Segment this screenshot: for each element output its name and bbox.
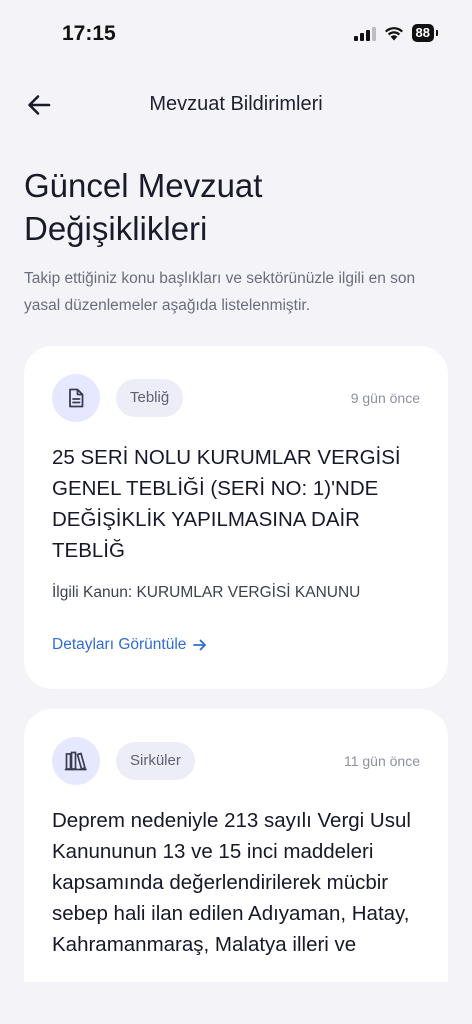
view-details-label: Detayları Görüntüle [52, 636, 187, 653]
category-badge: Sirküler [116, 742, 195, 780]
time-ago: 11 gün önce [343, 753, 420, 769]
status-bar: 17:15 88 [0, 0, 472, 70]
books-icon [64, 751, 87, 771]
time-ago: 9 gün önce [350, 390, 420, 406]
page-heading: Güncel Mevzuat Değişiklikleri [24, 167, 263, 247]
notification-card[interactable]: Sirküler 11 gün önce Deprem nedeniyle 21… [24, 709, 448, 1009]
notification-card[interactable]: Tebliğ 9 gün önce 25 SERİ NOLU KURUMLAR … [24, 346, 448, 689]
battery-indicator: 88 [411, 24, 439, 42]
card-icon-circle [52, 737, 100, 785]
category-badge: Tebliğ [116, 379, 184, 417]
card-title: Deprem nedeniyle 213 sayılı Vergi Usul K… [52, 809, 411, 956]
status-time: 17:15 [62, 22, 116, 45]
related-law: İlgili Kanun: KURUMLAR VERGİSİ KANUNU [52, 584, 361, 601]
card-icon-circle [52, 374, 100, 422]
page-description: Takip ettiğiniz konu başlıkları ve sektö… [24, 270, 416, 314]
wifi-icon [384, 26, 403, 40]
view-details-link[interactable]: Detayları Görüntüle [52, 636, 208, 654]
status-icons: 88 [353, 24, 439, 42]
app-title: Mevzuat Bildirimleri [149, 93, 323, 115]
bottom-overlay [0, 982, 472, 1024]
cellular-signal-icon [353, 25, 376, 41]
card-title: 25 SERİ NOLU KURUMLAR VERGİSİ GENEL TEBL… [52, 446, 401, 562]
arrow-right-icon [193, 639, 207, 651]
app-bar: Mevzuat Bildirimleri [0, 80, 472, 132]
document-icon [69, 388, 84, 408]
